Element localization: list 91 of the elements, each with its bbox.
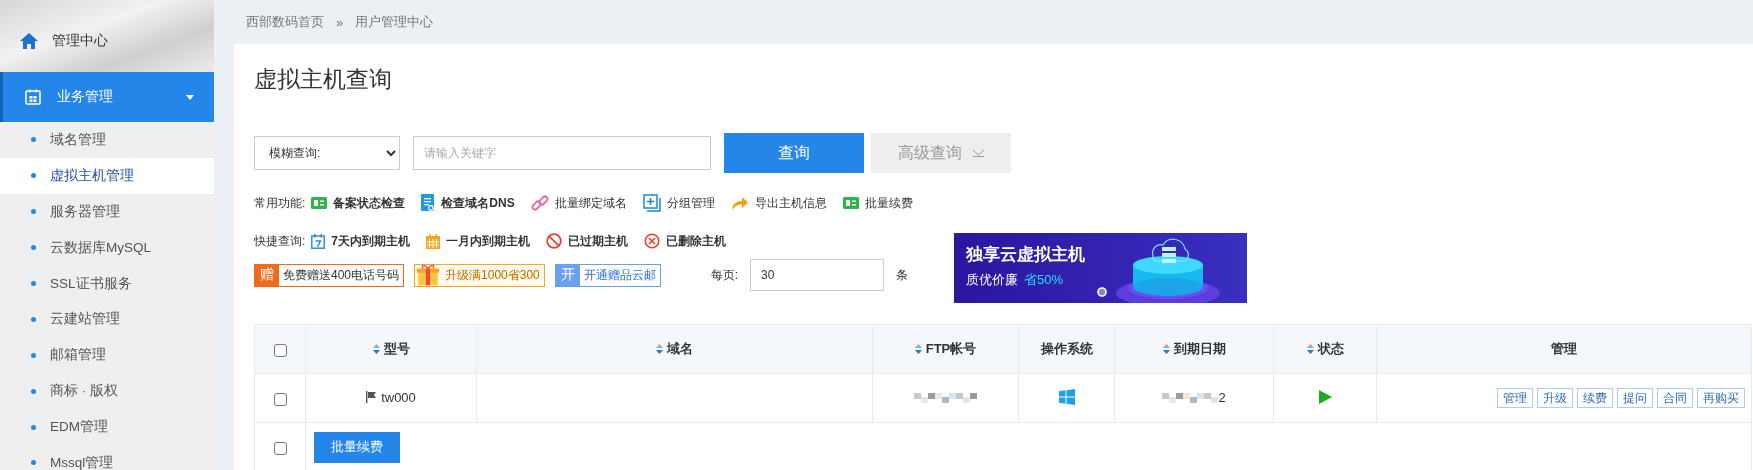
delete-icon <box>644 233 661 249</box>
home-icon <box>20 33 38 49</box>
add-group-icon <box>642 194 661 212</box>
function-link[interactable]: 已过期主机 <box>546 232 629 250</box>
page-size-label: 每页: <box>710 266 739 284</box>
sidebar-item[interactable]: 云数据库MySQL <box>0 229 214 266</box>
tag-label: 开 <box>555 264 580 286</box>
play-icon <box>1318 389 1332 404</box>
nav-group-header[interactable]: 业务管理 <box>0 72 214 122</box>
sort-icon[interactable] <box>914 344 922 354</box>
search-button[interactable]: 查询 <box>724 133 864 173</box>
sidebar-item[interactable]: 邮箱管理 <box>0 337 214 374</box>
sort-icon[interactable] <box>1306 344 1314 354</box>
promo-text: 免费赠送400电话号码 <box>282 266 401 284</box>
action-button[interactable]: 再购买 <box>1697 388 1745 408</box>
row-label: 常用功能: <box>254 194 306 212</box>
promo-text: 升级满1000省300 <box>444 266 541 284</box>
separator: » <box>336 14 344 30</box>
column-header: 到期日期 <box>1173 340 1226 358</box>
promo-text: 开通赠品云邮 <box>582 266 657 284</box>
column-header: 管理 <box>1551 340 1577 358</box>
function-link[interactable]: 批量绑定域名 <box>530 194 627 212</box>
sidebar-item[interactable]: 云建站管理 <box>0 301 214 338</box>
sort-icon[interactable] <box>372 344 380 354</box>
batch-renew-button[interactable]: 批量续费 <box>314 431 400 463</box>
function-link[interactable]: 批量续费 <box>842 194 913 212</box>
unit-label: 条 <box>896 266 909 284</box>
id-card-icon <box>842 197 859 209</box>
nav-link[interactable]: 管理中心 <box>52 32 108 50</box>
column-header: FTP帐号 <box>925 340 977 358</box>
chevron-down-icon <box>971 149 985 157</box>
page-size-field[interactable]: 30 <box>750 259 885 291</box>
action-button[interactable]: 提问 <box>1617 388 1653 408</box>
promo-link[interactable]: 升级满1000省300 <box>414 263 545 287</box>
checkbox[interactable] <box>273 343 287 357</box>
function-link[interactable]: 检查域名DNS <box>421 194 515 212</box>
function-link[interactable]: 7天内到期主机 <box>311 232 411 250</box>
ad-banner[interactable]: 独享云虚拟主机 质优价廉 省50% <box>954 233 1247 303</box>
promo-link[interactable]: 开 开通赠品云邮 <box>554 263 661 287</box>
sidebar-item[interactable]: SSL证书服务 <box>0 265 214 302</box>
sidebar-item[interactable]: EDM管理 <box>0 409 214 445</box>
action-button[interactable]: 合同 <box>1657 388 1693 408</box>
calendar-icon <box>426 233 441 249</box>
caret-icon <box>186 94 194 100</box>
promo-link[interactable]: 赠 免费赠送400电话号码 <box>254 263 405 287</box>
sidebar-item[interactable]: 虚拟主机管理 <box>0 157 214 194</box>
calendar-icon <box>25 89 41 105</box>
banner-title: 独享云虚拟主机 <box>966 244 1085 266</box>
calendar-icon <box>311 233 326 249</box>
page-title: 虚拟主机查询 <box>254 65 393 94</box>
sidebar-item[interactable]: 服务器管理 <box>0 193 214 230</box>
column-header: 操作系统 <box>1040 340 1093 358</box>
breadcrumb-link[interactable]: 西部数码首页 <box>246 13 324 31</box>
sort-icon[interactable] <box>656 344 663 354</box>
row-label: 快捷查询: <box>254 232 306 250</box>
sidebar-item[interactable]: 商标 · 版权 <box>0 373 214 410</box>
flag-icon <box>366 391 378 404</box>
carousel-dot-icon[interactable] <box>1097 287 1107 297</box>
windows-icon <box>1058 388 1075 405</box>
action-button[interactable]: 管理 <box>1497 388 1533 408</box>
sidebar-item[interactable]: 域名管理 <box>0 122 214 158</box>
tag-label: 赠 <box>255 264 279 286</box>
link-icon <box>530 194 549 212</box>
pixelated-text-drawing <box>1162 391 1219 404</box>
function-link[interactable]: 导出主机信息 <box>730 194 827 212</box>
action-button[interactable]: 续费 <box>1577 388 1613 408</box>
sort-icon[interactable] <box>1162 344 1170 354</box>
document-icon <box>421 194 436 212</box>
breadcrumb-link[interactable]: 用户管理中心 <box>355 13 434 31</box>
gift-icon <box>415 264 442 286</box>
table-cell: 2 <box>1218 389 1226 405</box>
banner-subtitle: 质优价廉 <box>966 271 1018 289</box>
id-card-icon <box>311 197 328 209</box>
forbidden-icon <box>546 233 563 249</box>
checkbox[interactable] <box>273 441 287 455</box>
column-header: 域名 <box>667 340 693 358</box>
sidebar-item[interactable]: Mssql管理 <box>0 445 214 470</box>
share-icon <box>730 195 749 211</box>
banner-highlight: 省50% <box>1024 271 1064 289</box>
search-field[interactable]: 请输入关键字 <box>413 136 711 170</box>
function-link[interactable]: 备案状态检查 <box>311 194 406 212</box>
column-header: 型号 <box>383 340 410 358</box>
table-cell: tw000 <box>381 389 416 405</box>
function-link[interactable]: 一月内到期主机 <box>426 232 531 250</box>
pixelated-text-drawing <box>914 390 977 403</box>
action-button[interactable]: 升级 <box>1537 388 1573 408</box>
function-link[interactable]: 分组管理 <box>642 194 715 212</box>
checkbox[interactable] <box>273 392 287 406</box>
function-link[interactable]: 已删除主机 <box>644 232 727 250</box>
search-mode-select[interactable]: 模糊查询: <box>254 136 400 170</box>
column-header: 状态 <box>1317 340 1344 358</box>
